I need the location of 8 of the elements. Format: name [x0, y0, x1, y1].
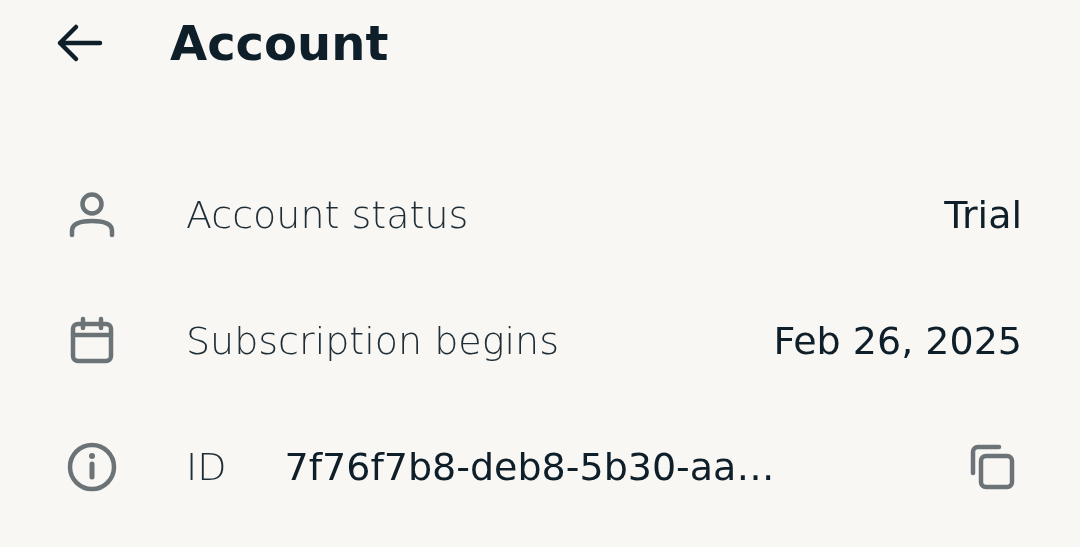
row-value: Trial — [944, 193, 1022, 237]
id-value: 7f76f7b8-deb8-5b30-aa… — [284, 445, 776, 489]
page-title: Account — [170, 15, 389, 71]
info-icon — [66, 441, 118, 493]
row-label: ID — [186, 445, 227, 489]
row-label: Subscription begins — [186, 319, 560, 363]
row-value: Feb 26, 2025 — [773, 319, 1022, 363]
row-label: Account status — [186, 193, 470, 237]
